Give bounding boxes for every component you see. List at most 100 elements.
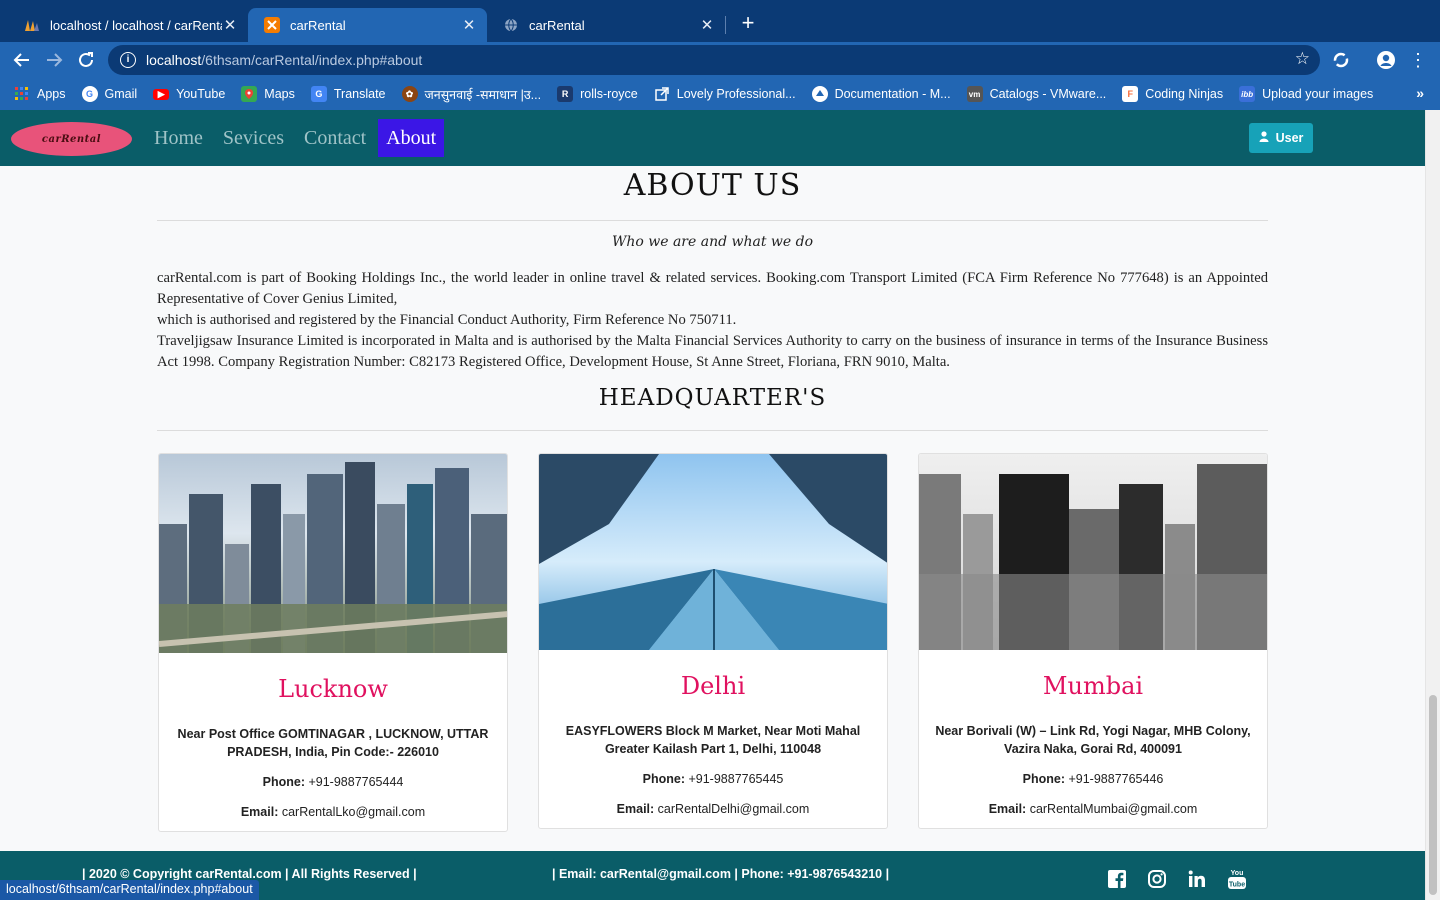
instagram-icon[interactable] xyxy=(1146,868,1168,890)
divider xyxy=(157,430,1268,431)
site-info-icon[interactable]: i xyxy=(120,52,136,68)
bookmark-label: Catalogs - VMware... xyxy=(989,87,1107,101)
bookmark-apps[interactable]: Apps xyxy=(14,86,66,102)
youtube-icon[interactable]: You Tube xyxy=(1226,868,1248,890)
nav-links: Home Sevices Contact About xyxy=(146,119,448,157)
bookmark-youtube[interactable]: ▶ YouTube xyxy=(153,87,225,101)
page-scrollbar[interactable] xyxy=(1425,110,1440,900)
new-tab-icon[interactable]: + xyxy=(737,12,759,34)
hq-card-mumbai: Mumbai Near Borivali (W) – Link Rd, Yogi… xyxy=(918,453,1268,829)
card-body: Mumbai Near Borivali (W) – Link Rd, Yogi… xyxy=(919,672,1267,818)
bookmark-jansunwai[interactable]: ✿ जनसुनवाई -समाधान |उ... xyxy=(401,86,542,103)
bookmark-label: rolls-royce xyxy=(580,87,638,101)
bookmark-vmware[interactable]: vm Catalogs - VMware... xyxy=(966,86,1107,102)
xampp-icon xyxy=(264,17,280,33)
card-body: Lucknow Near Post Office GOMTINAGAR , LU… xyxy=(159,675,507,821)
nav-services[interactable]: Sevices xyxy=(215,119,292,157)
card-body: Delhi EASYFLOWERS Block M Market, Near M… xyxy=(539,672,887,818)
user-button-label: User xyxy=(1275,131,1304,145)
about-paragraph-2: which is authorised and registered by th… xyxy=(157,312,737,328)
hq-card-lucknow: Lucknow Near Post Office GOMTINAGAR , LU… xyxy=(158,453,508,832)
about-paragraph-3: Traveljigsaw Insurance Limited is incorp… xyxy=(157,333,1268,370)
bookmark-lpu[interactable]: Lovely Professional... xyxy=(654,86,796,102)
bookmark-label: Apps xyxy=(37,87,66,101)
status-bar-url: localhost/6thsam/carRental/index.php#abo… xyxy=(0,880,259,900)
tab-phpmyadmin[interactable]: localhost / localhost / carRental / ✕ xyxy=(8,8,248,42)
bookmark-label: Coding Ninjas xyxy=(1145,87,1224,101)
delhi-glass-building-image xyxy=(539,454,887,650)
hq-card-delhi: Delhi EASYFLOWERS Block M Market, Near M… xyxy=(538,453,888,829)
divider xyxy=(157,220,1268,221)
city-phone: Phone: +91-9887765444 xyxy=(262,775,404,789)
headquarters-title: HEADQUARTER'S xyxy=(598,385,827,411)
bookmark-label: Lovely Professional... xyxy=(676,87,796,101)
translate-icon: G xyxy=(310,86,327,102)
about-paragraph-1: carRental.com is part of Booking Holding… xyxy=(157,270,1268,307)
bookmark-imgbb[interactable]: ibb Upload your images xyxy=(1239,86,1373,102)
bookmark-documentation[interactable]: Documentation - M... xyxy=(811,86,951,102)
site-navbar: carRental Home Sevices Contact About Use… xyxy=(0,110,1425,166)
bookmark-label: YouTube xyxy=(176,87,226,101)
tab-carrental[interactable]: carRental ✕ xyxy=(487,8,725,42)
nav-about[interactable]: About xyxy=(378,119,445,157)
svg-text:You: You xyxy=(1231,870,1244,877)
back-arrow-icon[interactable] xyxy=(9,47,35,73)
tab-carrental-active[interactable]: carRental ✕ xyxy=(248,8,487,42)
city-name: Lucknow xyxy=(278,675,388,703)
reload-icon[interactable] xyxy=(73,47,99,73)
city-address: Near Post Office GOMTINAGAR , LUCKNOW, U… xyxy=(177,727,489,759)
sync-extension-icon[interactable] xyxy=(1328,47,1354,73)
about-paragraph: carRental.com is part of Booking Holding… xyxy=(157,268,1268,373)
forward-arrow-icon[interactable] xyxy=(41,47,67,73)
close-tab-icon[interactable]: ✕ xyxy=(222,16,238,34)
bookmark-star-icon[interactable]: ☆ xyxy=(1295,49,1310,69)
bookmark-maps[interactable]: Maps xyxy=(241,86,295,102)
city-name: Delhi xyxy=(680,672,746,700)
ibb-icon: ibb xyxy=(1239,86,1256,102)
footer-contact: | Email: carRental@gmail.com | Phone: +9… xyxy=(552,867,890,881)
close-tab-icon[interactable]: ✕ xyxy=(461,16,477,34)
nav-home[interactable]: Home xyxy=(146,119,211,157)
browser-tab-strip: localhost / localhost / carRental / ✕ ca… xyxy=(0,0,1440,42)
more-bookmarks-chevron-icon[interactable]: » xyxy=(1416,85,1424,101)
bookmark-label: Documentation - M... xyxy=(834,87,951,101)
about-subtitle: Who we are and what we do xyxy=(611,234,814,250)
user-button[interactable]: User xyxy=(1249,123,1313,153)
city-email: Email: carRentalLko@gmail.com xyxy=(240,805,426,819)
maps-icon xyxy=(241,86,258,102)
city-email: Email: carRentalDelhi@gmail.com xyxy=(616,802,810,816)
vmware-icon: vm xyxy=(966,86,983,102)
bookmark-coding-ninjas[interactable]: F Coding Ninjas xyxy=(1122,86,1223,102)
address-bar[interactable]: i localhost/6thsam/carRental/index.php#a… xyxy=(108,45,1320,75)
facebook-icon[interactable] xyxy=(1106,868,1128,890)
linkedin-icon[interactable] xyxy=(1186,868,1208,890)
city-phone: Phone: +91-9887765446 xyxy=(1022,772,1164,786)
city-address: EASYFLOWERS Block M Market, Near Moti Ma… xyxy=(565,724,861,756)
tab-title: carRental xyxy=(529,17,585,33)
bookmark-gmail[interactable]: G Gmail xyxy=(81,86,137,102)
scrollbar-thumb[interactable] xyxy=(1429,695,1437,895)
address-url: localhost/6thsam/carRental/index.php#abo… xyxy=(146,52,423,68)
globe-icon xyxy=(503,17,519,33)
phpmyadmin-icon xyxy=(24,17,40,33)
car-rental-logo[interactable]: carRental xyxy=(11,122,132,156)
profile-avatar-icon[interactable] xyxy=(1373,47,1399,73)
bookmark-label: Translate xyxy=(333,87,386,101)
mumbai-skyline-image xyxy=(919,454,1267,650)
browser-toolbar: i localhost/6thsam/carRental/index.php#a… xyxy=(0,42,1440,78)
tab-title: carRental xyxy=(290,17,346,33)
close-tab-icon[interactable]: ✕ xyxy=(699,16,715,34)
nav-contact[interactable]: Contact xyxy=(296,119,374,157)
city-email: Email: carRentalMumbai@gmail.com xyxy=(988,802,1198,816)
user-icon xyxy=(1259,131,1269,145)
youtube-icon: ▶ xyxy=(153,88,170,100)
bookmark-rolls-royce[interactable]: R rolls-royce xyxy=(557,86,638,102)
social-links: You Tube xyxy=(1106,868,1266,890)
bookmark-translate[interactable]: G Translate xyxy=(310,86,386,102)
google-icon: G xyxy=(81,86,98,102)
browser-menu-icon[interactable]: ⋮ xyxy=(1405,47,1431,73)
lucknow-skyline-image xyxy=(159,454,507,653)
docs-icon xyxy=(811,86,828,102)
city-phone: Phone: +91-9887765445 xyxy=(642,772,784,786)
bookmark-label: जनसुनवाई -समाधान |उ... xyxy=(424,87,542,102)
